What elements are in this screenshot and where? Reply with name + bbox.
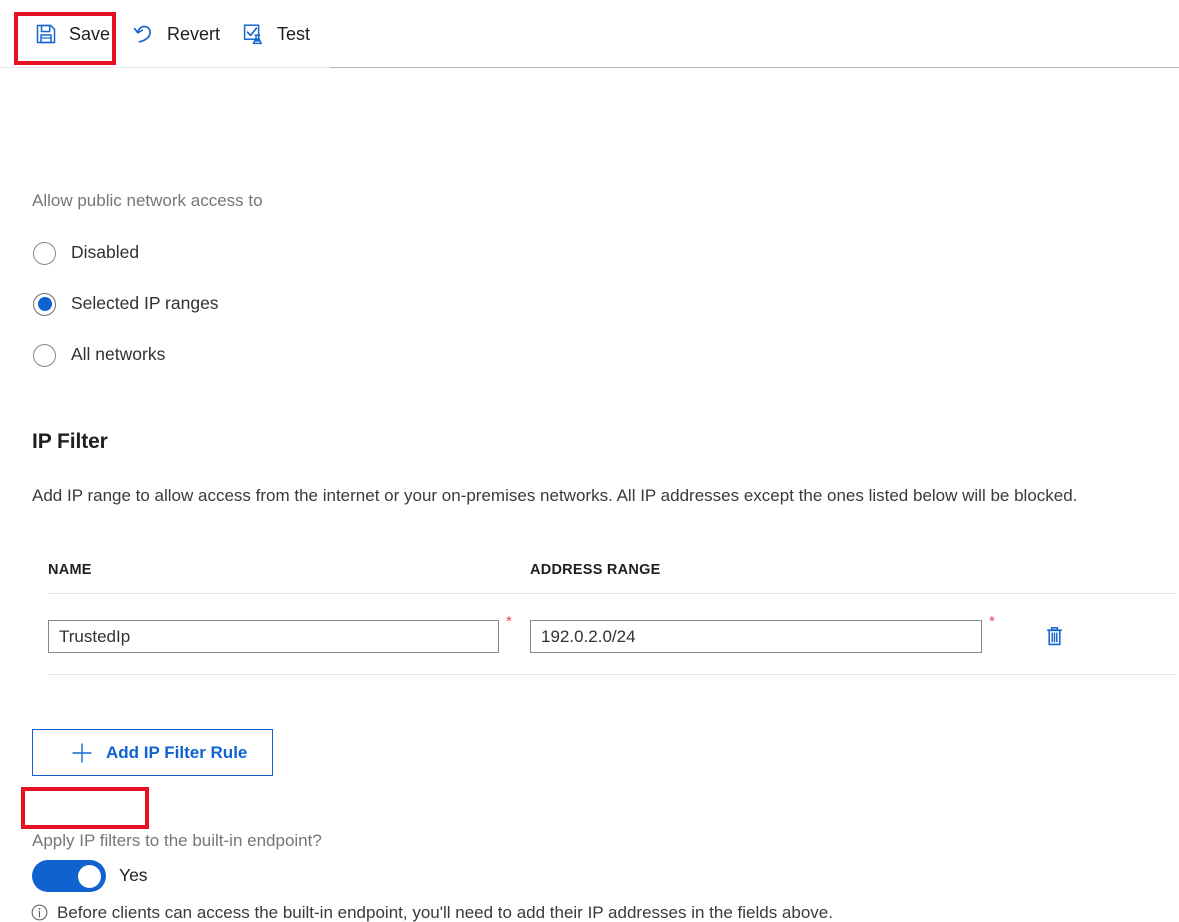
test-button[interactable]: Test — [232, 14, 322, 54]
revert-button[interactable]: Revert — [122, 14, 232, 54]
add-ip-filter-rule-button[interactable]: Add IP Filter Rule — [32, 729, 273, 776]
radio-option-disabled[interactable]: Disabled — [33, 238, 219, 268]
delete-rule-button[interactable] — [1040, 622, 1069, 654]
info-circle-icon — [31, 904, 48, 921]
add-ip-filter-rule-label: Add IP Filter Rule — [106, 744, 247, 761]
rule-address-range-cell: * — [530, 594, 1014, 653]
save-floppy-icon — [34, 22, 58, 46]
rule-name-input[interactable] — [48, 620, 499, 653]
builtin-endpoint-toggle[interactable] — [32, 860, 106, 892]
rule-name-cell: * — [48, 594, 530, 653]
undo-arrow-icon — [132, 22, 156, 46]
toolbar-divider-accent — [330, 67, 1179, 68]
builtin-endpoint-toggle-row[interactable]: Yes — [32, 860, 148, 892]
radio-option-selected-ip-ranges[interactable]: Selected IP ranges — [33, 289, 219, 319]
test-button-label: Test — [277, 25, 310, 43]
save-button-label: Save — [69, 25, 110, 43]
radio-option-label: Disabled — [71, 244, 139, 262]
revert-button-label: Revert — [167, 25, 220, 43]
table-row-separator — [48, 674, 1177, 675]
radio-circle-icon — [33, 344, 56, 367]
toggle-value-label: Yes — [119, 867, 148, 885]
table-row: * * — [48, 594, 1148, 674]
ip-filter-description: Add IP range to allow access from the in… — [32, 486, 1077, 506]
command-toolbar: Save Revert Test — [0, 0, 1179, 68]
required-asterisk: * — [989, 614, 995, 629]
radio-option-all-networks[interactable]: All networks — [33, 340, 219, 370]
radio-option-label: All networks — [71, 346, 165, 364]
column-header-name: NAME — [48, 562, 530, 578]
rule-address-range-input[interactable] — [530, 620, 982, 653]
public-network-access-radio-group[interactable]: Disabled Selected IP ranges All networks — [33, 238, 219, 391]
toggle-knob — [78, 865, 101, 888]
ip-filter-heading: IP Filter — [32, 430, 108, 454]
public-network-access-label: Allow public network access to — [32, 191, 263, 211]
rule-delete-cell — [1040, 594, 1069, 654]
ip-filter-table: NAME ADDRESS RANGE * * — [48, 562, 1148, 675]
builtin-endpoint-note-text: Before clients can access the built-in e… — [57, 904, 833, 921]
column-header-address-range: ADDRESS RANGE — [530, 562, 661, 578]
required-asterisk: * — [506, 614, 512, 629]
radio-circle-selected-icon — [33, 293, 56, 316]
trash-icon — [1042, 624, 1067, 652]
radio-circle-icon — [33, 242, 56, 265]
checkbox-flask-icon — [242, 22, 266, 46]
save-button[interactable]: Save — [24, 14, 122, 54]
toggle-highlight-annotation — [21, 787, 149, 829]
plus-icon — [71, 742, 93, 764]
radio-option-label: Selected IP ranges — [71, 295, 219, 313]
builtin-endpoint-note: Before clients can access the built-in e… — [31, 904, 833, 921]
table-header-row: NAME ADDRESS RANGE — [48, 562, 1148, 593]
builtin-endpoint-label: Apply IP filters to the built-in endpoin… — [32, 831, 322, 851]
